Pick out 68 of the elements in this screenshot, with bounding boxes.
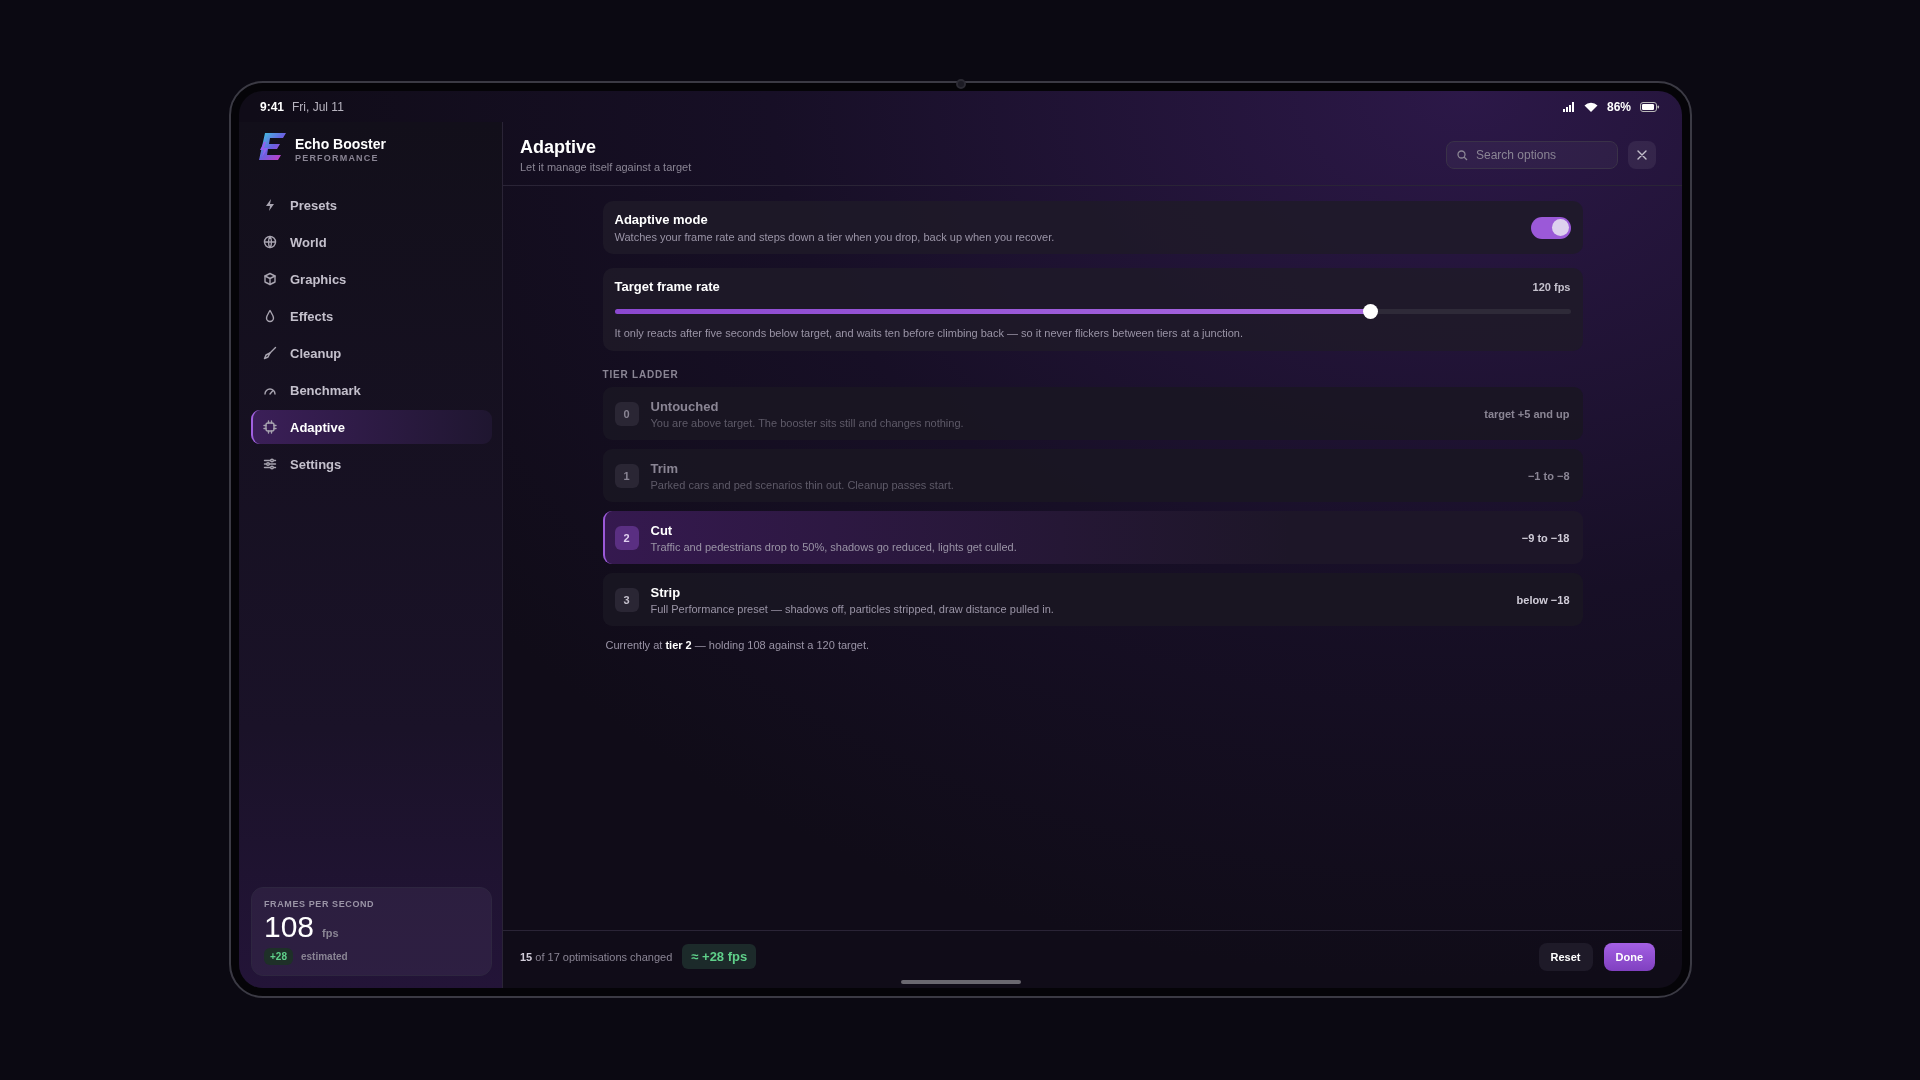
close-icon xyxy=(1637,150,1647,160)
status-date: Fri, Jul 11 xyxy=(292,99,344,114)
reset-button[interactable]: Reset xyxy=(1538,942,1593,971)
sidebar-item[interactable]: Graphics xyxy=(251,262,492,296)
search-icon xyxy=(1457,150,1468,161)
tier-status-text: Currently at tier 2 — holding 108 against a 120 target. xyxy=(605,639,871,651)
tier-number: 0 xyxy=(614,401,639,426)
close-button[interactable] xyxy=(1628,141,1656,169)
setting-title: Target frame rate xyxy=(614,279,720,294)
tier-name: Trim xyxy=(650,460,679,476)
tier-number: 2 xyxy=(614,525,639,550)
tier-name: Cut xyxy=(650,522,674,538)
battery-level: 86% xyxy=(1606,99,1631,114)
sidebar-item[interactable]: Effects xyxy=(251,299,492,333)
tier-range: target +5 and up xyxy=(1484,407,1570,420)
sidebar-item[interactable]: Presets xyxy=(251,188,492,222)
camera-dot xyxy=(955,79,966,89)
broom-icon xyxy=(263,346,277,360)
chip-icon xyxy=(263,420,277,434)
tier-range: −9 to −18 xyxy=(1521,531,1570,544)
done-button[interactable]: Done xyxy=(1603,942,1655,971)
slider-reading: 120 fps xyxy=(1532,280,1571,293)
changes-summary: 15 of 17 optimisations changed xyxy=(520,950,673,963)
sidebar-item[interactable]: Benchmark xyxy=(251,373,492,407)
tier-range: below −18 xyxy=(1516,593,1570,606)
fps-gain-badge: +28 xyxy=(264,948,293,965)
sidebar-item[interactable]: Cleanup xyxy=(251,336,492,370)
fps-gain-badge: ≈ +28 fps xyxy=(682,944,757,969)
fps-unit: fps xyxy=(322,927,339,939)
tier-name: Untouched xyxy=(650,398,720,414)
tier-description: Parked cars and ped scenarios thin out. Cleanup passes start. xyxy=(650,478,954,491)
tier-description: Full Performance preset — shadows off, particles stripped, draw distance pulled in. xyxy=(650,602,1054,615)
tier-row[interactable]: 1 Trim Parked cars and ped scenarios thin out. Cleanup passes start. −1 to −8 xyxy=(602,449,1583,502)
page-title: Adaptive xyxy=(520,137,598,158)
app-name: Echo Booster xyxy=(295,135,386,152)
wifi-icon xyxy=(1583,101,1598,112)
tier-row[interactable]: 3 Strip Full Performance preset — shadows off, particles stripped, draw distance pulled in. below −18 xyxy=(602,573,1583,626)
estimate-label: estimated xyxy=(300,951,348,962)
lightning-icon xyxy=(263,198,277,212)
toggle-switch[interactable] xyxy=(1530,216,1571,239)
tier-range: −1 to −8 xyxy=(1527,469,1570,482)
page-subtitle: Let it manage itself against a target xyxy=(520,161,692,173)
tier-description: Traffic and pedestrians drop to 50%, shadows go reduced, lights get culled. xyxy=(650,540,1017,553)
battery-icon xyxy=(1640,101,1660,112)
signal-icon xyxy=(1562,101,1575,112)
tier-description: You are above target. The booster sits still and changes nothing. xyxy=(650,416,964,429)
tier-number: 1 xyxy=(614,463,639,488)
sidebar-item[interactable]: Adaptive xyxy=(251,410,492,444)
globe-icon xyxy=(263,235,277,249)
tier-name: Strip xyxy=(650,584,682,600)
fps-label: FRAMES PER SECOND xyxy=(264,899,376,909)
section-heading: TIER LADDER xyxy=(602,369,680,380)
search-field[interactable]: Search options xyxy=(1446,141,1618,169)
slider-thumb[interactable] xyxy=(1362,304,1378,319)
droplet-icon xyxy=(263,309,277,323)
status-time: 9:41 xyxy=(260,99,285,114)
tier-number: 3 xyxy=(614,587,639,612)
setting-note: It only reacts after five seconds below target, and waits ten before climbing back — so it never flickers between tiers at a junction. xyxy=(614,327,1245,339)
sidebar-item[interactable]: Settings xyxy=(251,447,492,481)
setting-title: Adaptive mode xyxy=(614,212,709,227)
sliders-icon xyxy=(263,457,277,471)
fps-value: 108 xyxy=(264,910,315,944)
sidebar-item[interactable]: World xyxy=(251,225,492,259)
setting-description: Watches your frame rate and steps down a tier when you drop, back up when you recover. xyxy=(614,231,1055,243)
app-subtitle: PERFORMANCE xyxy=(295,152,380,163)
cube-icon xyxy=(263,272,277,286)
tier-row[interactable]: 0 Untouched You are above target. The booster sits still and changes nothing. target +5 and up xyxy=(602,387,1583,440)
tier-row[interactable]: 2 Cut Traffic and pedestrians drop to 50%, shadows go reduced, lights get culled. −9 to −18 xyxy=(602,511,1583,564)
